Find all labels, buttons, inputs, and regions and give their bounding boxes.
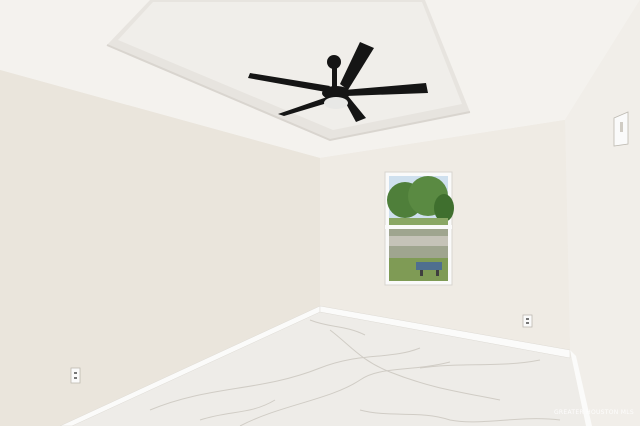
electrical-outlet-icon	[70, 367, 81, 384]
back-wall-outlet	[522, 314, 533, 328]
window	[384, 171, 454, 286]
mls-watermark: GREATER HOUSTON MLS	[553, 409, 634, 416]
room-scene	[0, 0, 640, 426]
room-photo: GREATER HOUSTON MLS	[0, 0, 640, 426]
light-switch-icon	[613, 111, 629, 147]
